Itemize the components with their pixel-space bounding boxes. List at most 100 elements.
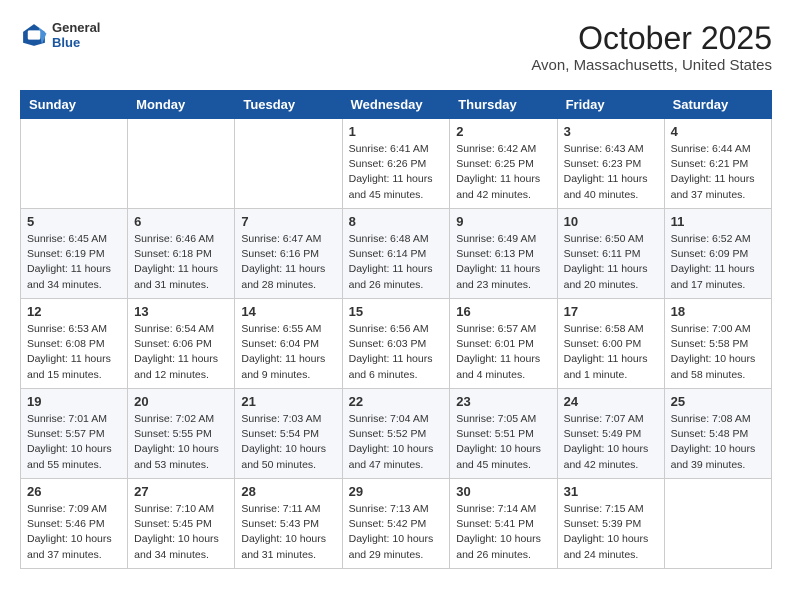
calendar-cell: 18Sunrise: 7:00 AM Sunset: 5:58 PM Dayli… xyxy=(664,299,771,389)
day-number: 5 xyxy=(27,214,121,229)
day-info: Sunrise: 7:11 AM Sunset: 5:43 PM Dayligh… xyxy=(241,502,335,563)
day-info: Sunrise: 6:55 AM Sunset: 6:04 PM Dayligh… xyxy=(241,322,335,383)
calendar-cell: 19 Sunrise: 7:01 AM Sunset: 5:57 PM Dayli… xyxy=(21,389,128,479)
day-number: 7 xyxy=(241,214,335,229)
day-number: 4 xyxy=(671,124,765,139)
calendar-week-row: 26Sunrise: 7:09 AM Sunset: 5:46 PM Dayli… xyxy=(21,479,772,569)
calendar-table: SundayMondayTuesdayWednesdayThursdayFrid… xyxy=(20,90,772,569)
day-number: 17 xyxy=(564,304,658,319)
day-info: Sunrise: 6:47 AM Sunset: 6:16 PM Dayligh… xyxy=(241,232,335,293)
weekday-header-friday: Friday xyxy=(557,91,664,119)
day-number: 30 xyxy=(456,484,550,499)
calendar-cell xyxy=(664,479,771,569)
title-block: October 2025 Avon, Massachusetts, United… xyxy=(531,20,772,74)
weekday-header-wednesday: Wednesday xyxy=(342,91,450,119)
weekday-header-sunday: Sunday xyxy=(21,91,128,119)
day-info: Sunrise: 6:50 AM Sunset: 6:11 PM Dayligh… xyxy=(564,232,658,293)
logo-blue-text: Blue xyxy=(52,35,100,50)
day-info: Sunrise: 6:54 AM Sunset: 6:06 PM Dayligh… xyxy=(134,322,228,383)
calendar-cell: 20 Sunrise: 7:02 AM Sunset: 5:55 PM Dayli… xyxy=(128,389,235,479)
calendar-cell: 15 Sunrise: 6:56 AM Sunset: 6:03 PM Dayli… xyxy=(342,299,450,389)
calendar-cell: 28 Sunrise: 7:11 AM Sunset: 5:43 PM Dayli… xyxy=(235,479,342,569)
calendar-cell: 17 Sunrise: 6:58 AM Sunset: 6:00 PM Dayli… xyxy=(557,299,664,389)
day-info: Sunrise: 7:04 AM Sunset: 5:52 PM Dayligh… xyxy=(349,412,444,473)
calendar-cell: 29 Sunrise: 7:13 AM Sunset: 5:42 PM Dayli… xyxy=(342,479,450,569)
calendar-cell: 9 Sunrise: 6:49 AM Sunset: 6:13 PM Daylig… xyxy=(450,209,557,299)
calendar-cell: 16Sunrise: 6:57 AM Sunset: 6:01 PM Dayli… xyxy=(450,299,557,389)
day-info: Sunrise: 7:15 AM Sunset: 5:39 PM Dayligh… xyxy=(564,502,658,563)
day-number: 13 xyxy=(134,304,228,319)
day-number: 22 xyxy=(349,394,444,409)
calendar-week-row: 12 Sunrise: 6:53 AM Sunset: 6:08 PM Dayli… xyxy=(21,299,772,389)
day-info: Sunrise: 7:02 AM Sunset: 5:55 PM Dayligh… xyxy=(134,412,228,473)
day-number: 28 xyxy=(241,484,335,499)
calendar-cell: 7 Sunrise: 6:47 AM Sunset: 6:16 PM Daylig… xyxy=(235,209,342,299)
day-number: 29 xyxy=(349,484,444,499)
day-info: Sunrise: 6:45 AM Sunset: 6:19 PM Dayligh… xyxy=(27,232,121,293)
day-info: Sunrise: 7:08 AM Sunset: 5:48 PM Dayligh… xyxy=(671,412,765,473)
logo-text: General Blue xyxy=(52,20,100,50)
calendar-cell xyxy=(235,119,342,209)
day-number: 1 xyxy=(349,124,444,139)
day-number: 20 xyxy=(134,394,228,409)
day-info: Sunrise: 6:43 AM Sunset: 6:23 PM Dayligh… xyxy=(564,142,658,203)
month-title: October 2025 xyxy=(531,20,772,57)
calendar-cell: 25 Sunrise: 7:08 AM Sunset: 5:48 PM Dayli… xyxy=(664,389,771,479)
logo-general-text: General xyxy=(52,20,100,35)
calendar-cell: 1Sunrise: 6:41 AM Sunset: 6:26 PM Daylig… xyxy=(342,119,450,209)
day-number: 3 xyxy=(564,124,658,139)
calendar-cell: 8 Sunrise: 6:48 AM Sunset: 6:14 PM Daylig… xyxy=(342,209,450,299)
calendar-cell: 22 Sunrise: 7:04 AM Sunset: 5:52 PM Dayli… xyxy=(342,389,450,479)
calendar-cell: 21 Sunrise: 7:03 AM Sunset: 5:54 PM Dayli… xyxy=(235,389,342,479)
day-number: 27 xyxy=(134,484,228,499)
day-number: 11 xyxy=(671,214,765,229)
calendar-cell: 27 Sunrise: 7:10 AM Sunset: 5:45 PM Dayli… xyxy=(128,479,235,569)
calendar-cell: 12 Sunrise: 6:53 AM Sunset: 6:08 PM Dayli… xyxy=(21,299,128,389)
location-subtitle: Avon, Massachusetts, United States xyxy=(531,57,772,74)
day-info: Sunrise: 7:13 AM Sunset: 5:42 PM Dayligh… xyxy=(349,502,444,563)
weekday-header-tuesday: Tuesday xyxy=(235,91,342,119)
day-info: Sunrise: 7:03 AM Sunset: 5:54 PM Dayligh… xyxy=(241,412,335,473)
day-number: 23 xyxy=(456,394,550,409)
day-info: Sunrise: 7:07 AM Sunset: 5:49 PM Dayligh… xyxy=(564,412,658,473)
day-number: 25 xyxy=(671,394,765,409)
calendar-cell: 14Sunrise: 6:55 AM Sunset: 6:04 PM Dayli… xyxy=(235,299,342,389)
day-number: 26 xyxy=(27,484,121,499)
calendar-week-row: 19 Sunrise: 7:01 AM Sunset: 5:57 PM Dayli… xyxy=(21,389,772,479)
day-number: 24 xyxy=(564,394,658,409)
day-info: Sunrise: 7:10 AM Sunset: 5:45 PM Dayligh… xyxy=(134,502,228,563)
day-info: Sunrise: 7:14 AM Sunset: 5:41 PM Dayligh… xyxy=(456,502,550,563)
day-info: Sunrise: 6:49 AM Sunset: 6:13 PM Dayligh… xyxy=(456,232,550,293)
calendar-cell: 23Sunrise: 7:05 AM Sunset: 5:51 PM Dayli… xyxy=(450,389,557,479)
day-number: 9 xyxy=(456,214,550,229)
day-number: 6 xyxy=(134,214,228,229)
calendar-body: 1Sunrise: 6:41 AM Sunset: 6:26 PM Daylig… xyxy=(21,119,772,569)
calendar-cell: 2Sunrise: 6:42 AM Sunset: 6:25 PM Daylig… xyxy=(450,119,557,209)
page-header: General Blue October 2025 Avon, Massachu… xyxy=(20,20,772,74)
day-info: Sunrise: 6:48 AM Sunset: 6:14 PM Dayligh… xyxy=(349,232,444,293)
day-number: 15 xyxy=(349,304,444,319)
day-info: Sunrise: 6:56 AM Sunset: 6:03 PM Dayligh… xyxy=(349,322,444,383)
day-info: Sunrise: 7:00 AM Sunset: 5:58 PM Dayligh… xyxy=(671,322,765,383)
day-number: 31 xyxy=(564,484,658,499)
weekday-header-thursday: Thursday xyxy=(450,91,557,119)
calendar-cell: 26Sunrise: 7:09 AM Sunset: 5:46 PM Dayli… xyxy=(21,479,128,569)
calendar-cell: 13 Sunrise: 6:54 AM Sunset: 6:06 PM Dayli… xyxy=(128,299,235,389)
calendar-cell: 6Sunrise: 6:46 AM Sunset: 6:18 PM Daylig… xyxy=(128,209,235,299)
day-number: 21 xyxy=(241,394,335,409)
day-number: 8 xyxy=(349,214,444,229)
day-info: Sunrise: 6:58 AM Sunset: 6:00 PM Dayligh… xyxy=(564,322,658,383)
day-number: 2 xyxy=(456,124,550,139)
day-number: 19 xyxy=(27,394,121,409)
day-info: Sunrise: 7:01 AM Sunset: 5:57 PM Dayligh… xyxy=(27,412,121,473)
weekday-header-row: SundayMondayTuesdayWednesdayThursdayFrid… xyxy=(21,91,772,119)
day-number: 12 xyxy=(27,304,121,319)
calendar-cell: 5 Sunrise: 6:45 AM Sunset: 6:19 PM Daylig… xyxy=(21,209,128,299)
calendar-cell: 3 Sunrise: 6:43 AM Sunset: 6:23 PM Daylig… xyxy=(557,119,664,209)
day-info: Sunrise: 6:52 AM Sunset: 6:09 PM Dayligh… xyxy=(671,232,765,293)
day-info: Sunrise: 6:53 AM Sunset: 6:08 PM Dayligh… xyxy=(27,322,121,383)
calendar-week-row: 1Sunrise: 6:41 AM Sunset: 6:26 PM Daylig… xyxy=(21,119,772,209)
day-number: 16 xyxy=(456,304,550,319)
calendar-cell xyxy=(21,119,128,209)
weekday-header-saturday: Saturday xyxy=(664,91,771,119)
